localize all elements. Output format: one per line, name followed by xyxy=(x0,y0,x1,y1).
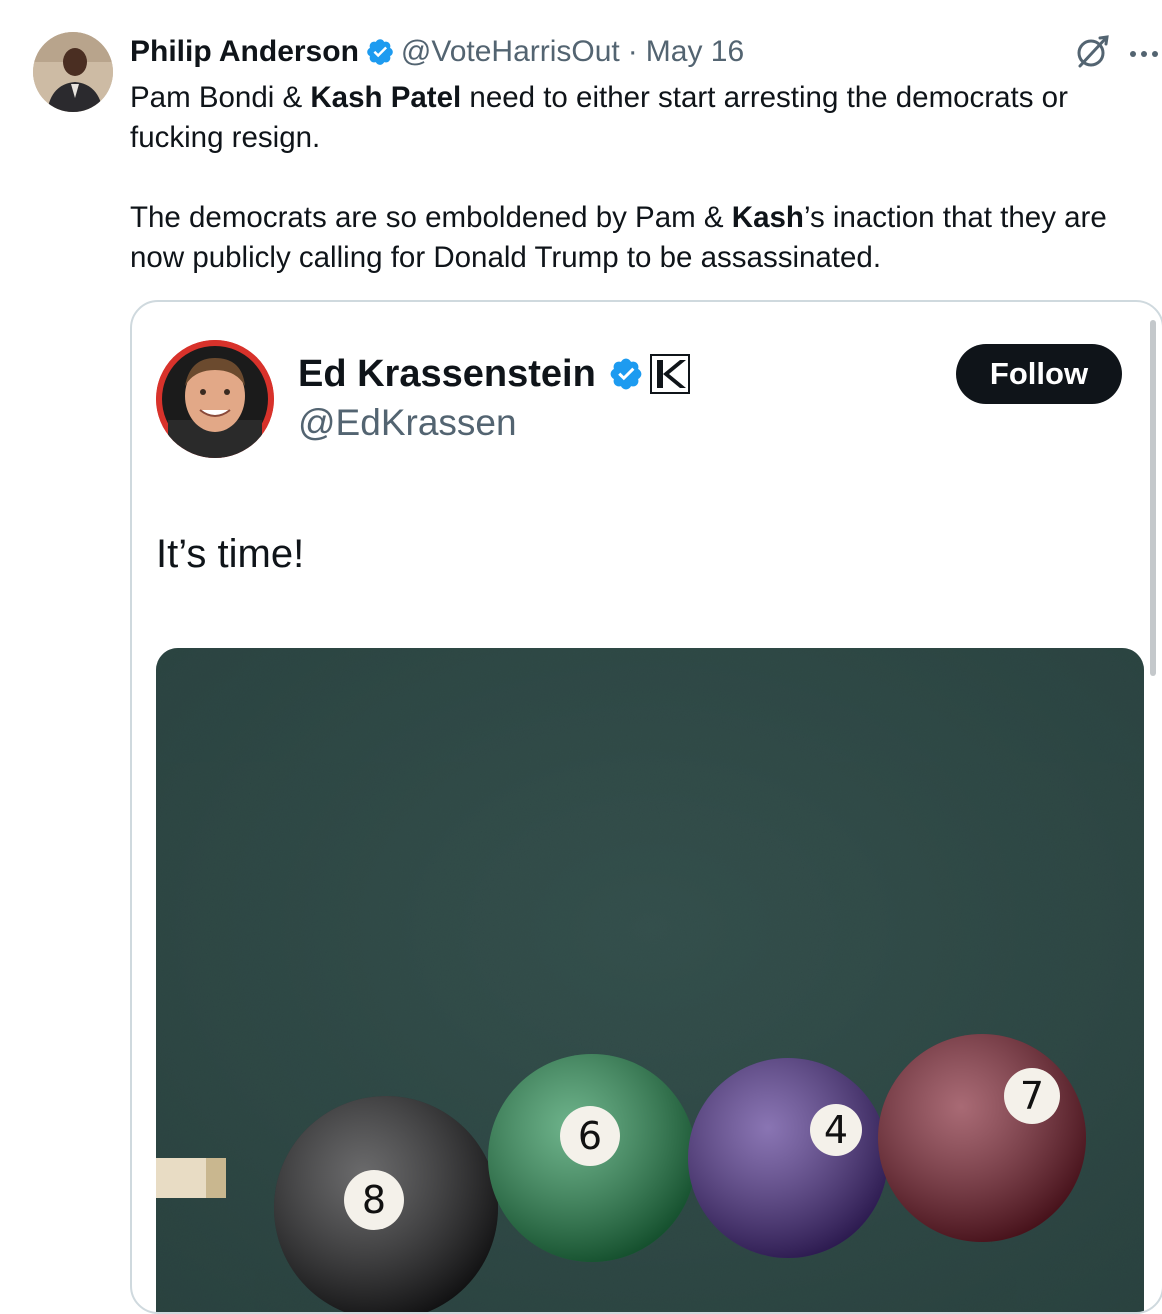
verified-badge-icon[interactable] xyxy=(365,37,395,67)
quote-author-handle[interactable]: @EdKrassen xyxy=(298,402,517,444)
quote-author-name[interactable]: Ed Krassenstein xyxy=(298,353,596,396)
pool-ball-number: 4 xyxy=(824,1108,848,1152)
tweet-paragraph-2: The democrats are so emboldened by Pam &… xyxy=(130,198,1150,278)
quote-avatar-image xyxy=(156,340,274,458)
pool-ball-7: 7 xyxy=(878,1034,1086,1242)
tweet: Philip Anderson @VoteHarrisOut · May 16 … xyxy=(0,0,1162,1314)
avatar[interactable] xyxy=(33,32,113,112)
k-affiliate-icon[interactable] xyxy=(649,354,690,394)
cue-stick xyxy=(156,1158,226,1198)
grok-icon[interactable] xyxy=(1074,34,1110,70)
separator-dot: · xyxy=(627,35,638,68)
text-segment: Pam Bondi & xyxy=(130,81,311,114)
author-handle[interactable]: @VoteHarrisOut xyxy=(401,35,620,69)
highlight-term: Kash xyxy=(731,201,804,234)
text-segment: The democrats are so emboldened by Pam & xyxy=(130,201,732,234)
tweet-paragraph-1: Pam Bondi & Kash Patel need to either st… xyxy=(130,78,1150,158)
pool-ball-shading xyxy=(878,1034,1086,1242)
tweet-date[interactable]: May 16 xyxy=(646,35,744,69)
pool-ball-shading xyxy=(688,1058,888,1258)
tweet-header: Philip Anderson @VoteHarrisOut · May 16 xyxy=(130,30,744,74)
quoted-tweet-card[interactable]: Ed Krassenstein @EdKrassen Follow It’s t… xyxy=(130,300,1162,1314)
follow-button[interactable]: Follow xyxy=(956,344,1122,404)
pool-ball-number: 7 xyxy=(1020,1074,1044,1118)
pool-ball-6: 6 xyxy=(488,1054,696,1262)
pool-ball-4: 4 xyxy=(688,1058,888,1258)
media-illustration: 8 6 4 7 xyxy=(156,648,1144,1312)
avatar-image xyxy=(33,32,113,112)
pool-ball-number: 6 xyxy=(578,1114,602,1158)
quote-avatar[interactable] xyxy=(156,340,274,458)
pool-ball-number: 8 xyxy=(362,1178,386,1222)
highlight-term: Kash Patel xyxy=(310,81,462,114)
author-name[interactable]: Philip Anderson xyxy=(130,35,359,69)
pool-balls-image[interactable]: 8 6 4 7 xyxy=(156,648,1144,1312)
pool-ball-8: 8 xyxy=(274,1096,498,1312)
scrollbar[interactable] xyxy=(1150,320,1156,676)
quote-text: It’s time! xyxy=(156,532,305,576)
quote-header: Ed Krassenstein xyxy=(298,350,690,398)
tweet-text: Pam Bondi & Kash Patel need to either st… xyxy=(130,78,1150,278)
verified-badge-icon[interactable] xyxy=(608,356,644,392)
more-icon[interactable] xyxy=(1128,46,1160,57)
